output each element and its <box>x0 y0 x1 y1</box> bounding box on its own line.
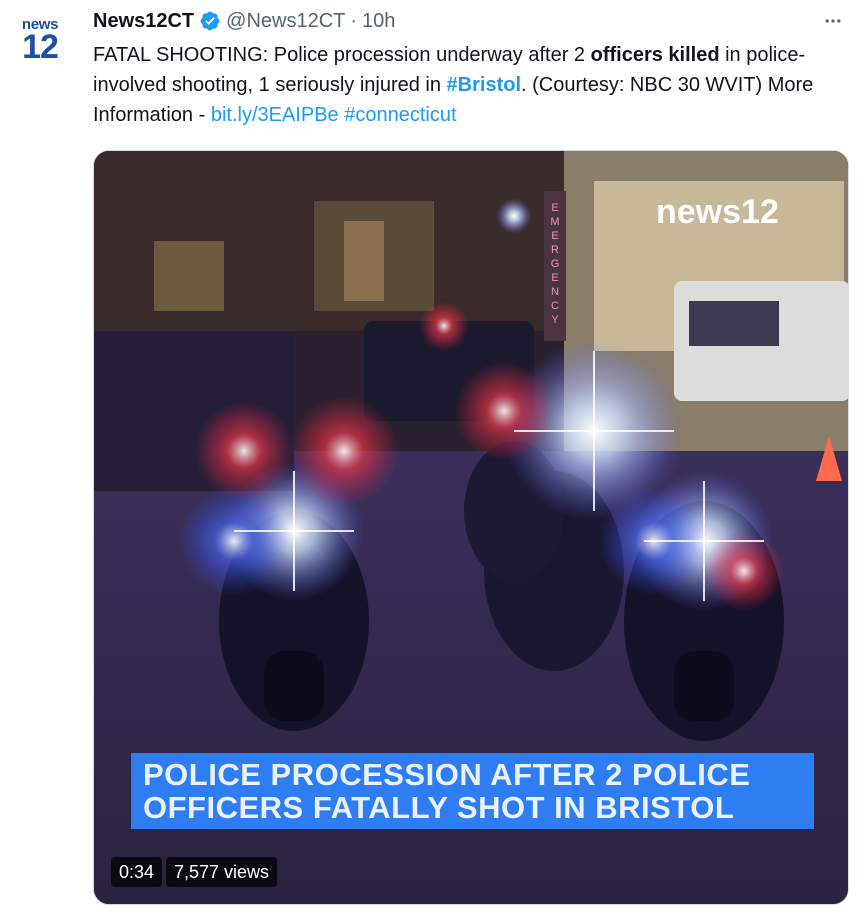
emergency-sign-letter: E <box>551 272 558 284</box>
emergency-sign-letter: Y <box>551 314 559 326</box>
caption-line-2: OFFICERS FATALLY SHOT IN BRISTOL <box>143 790 735 825</box>
tweet-link[interactable]: bit.ly/3EAIPBe <box>211 104 339 126</box>
video-caption-banner: POLICE PROCESSION AFTER 2 POLICE OFFICER… <box>131 753 814 829</box>
video-views: 7,577 views <box>166 857 278 887</box>
tweet-bold-text: officers killed <box>590 44 720 66</box>
verified-badge-icon <box>200 11 220 31</box>
video-duration: 0:34 <box>111 857 163 887</box>
separator-dot: · <box>350 9 358 32</box>
hashtag-connecticut[interactable]: #connecticut <box>344 104 456 126</box>
caption-line-1: POLICE PROCESSION AFTER 2 POLICE <box>143 757 751 792</box>
video-player[interactable]: E news12 M E R G E N C Y POLICE PROCESSI… <box>93 150 849 905</box>
more-horizontal-icon[interactable] <box>818 6 848 36</box>
emergency-sign-letter: N <box>551 286 559 298</box>
emergency-sign-letter: C <box>551 300 559 312</box>
tweet-time[interactable]: 10h <box>362 10 395 33</box>
tweet-text-part: FATAL SHOOTING: Police procession underw… <box>93 44 591 66</box>
author-name[interactable]: News12CT <box>93 10 194 33</box>
hashtag-bristol[interactable]: #Bristol <box>447 74 521 96</box>
news12-sign-text: news12 <box>656 193 779 231</box>
avatar-12-text: 12 <box>22 28 59 66</box>
author-handle[interactable]: @News12CT <box>226 10 345 33</box>
tweet-text: FATAL SHOOTING: Police procession underw… <box>93 40 853 130</box>
emergency-sign-letter: M <box>550 216 559 228</box>
emergency-sign-letter: E <box>551 230 558 242</box>
emergency-sign-letter: R <box>551 244 559 256</box>
tweet-header: News12CT @News12CT · 10h <box>93 9 395 33</box>
emergency-sign-text: E <box>551 202 558 214</box>
avatar[interactable]: news 12 <box>14 14 66 66</box>
emergency-sign-letter: G <box>551 258 560 270</box>
